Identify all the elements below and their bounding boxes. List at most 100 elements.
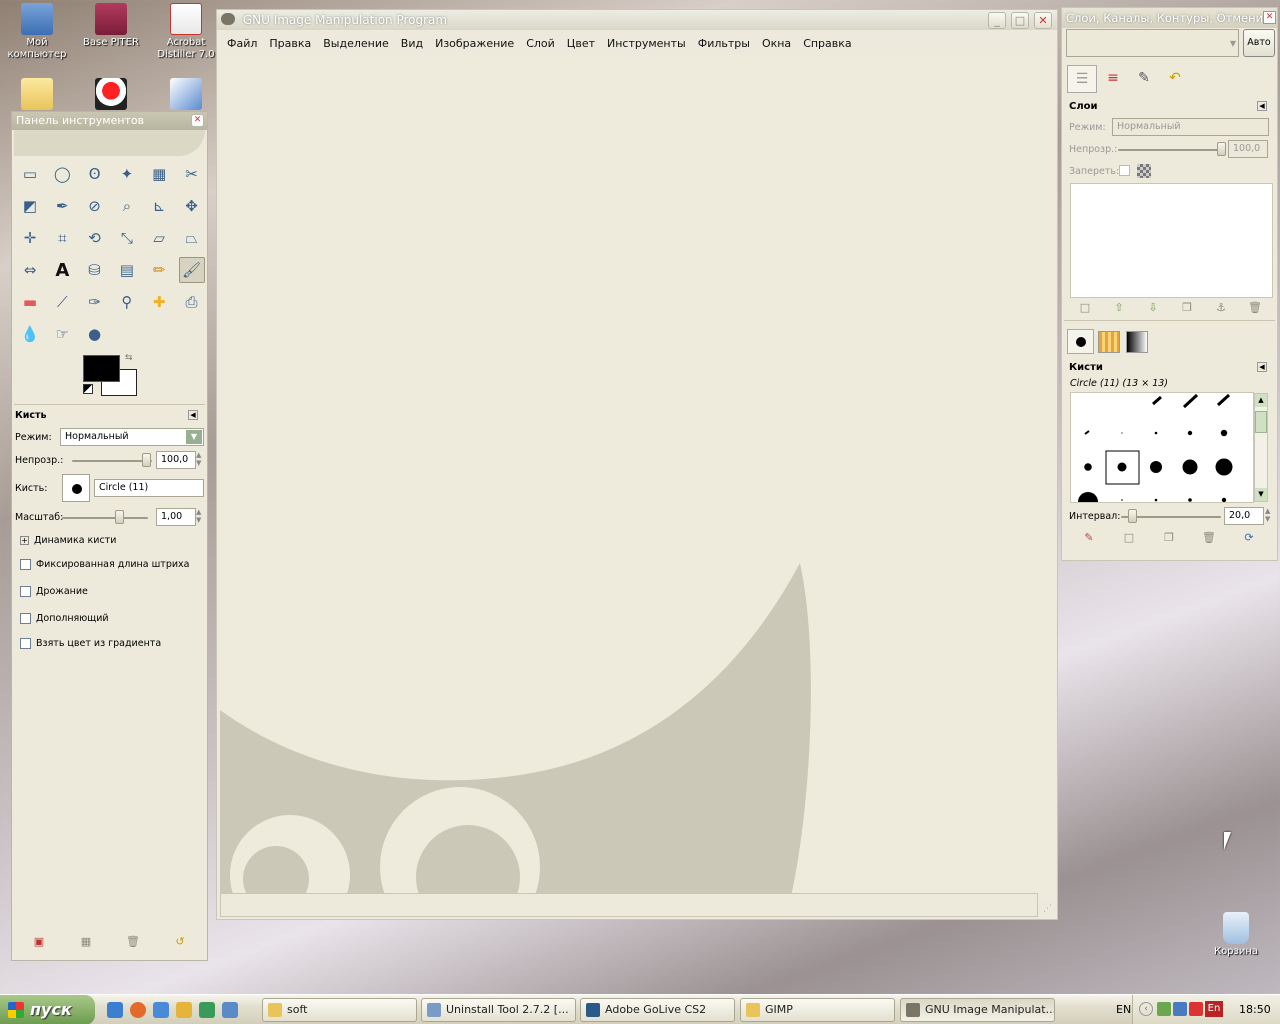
ellipse-select-icon[interactable]: ◯ [49,161,75,187]
heal-icon[interactable]: ✚ [146,289,172,315]
edit-brush-icon[interactable]: ✎ [1082,531,1096,545]
quicklaunch-ie-icon[interactable] [107,1002,123,1018]
quicklaunch-excel-icon[interactable] [199,1002,215,1018]
tray-antivirus-icon[interactable] [1189,1002,1203,1016]
align-icon[interactable]: ✛ [17,225,43,251]
desktop-icon-base-piter[interactable]: Base PITER [76,3,146,49]
brush-name-field[interactable]: Circle (11) [94,479,204,497]
auto-button[interactable]: Авто [1243,29,1275,57]
main-titlebar[interactable]: GNU Image Manipulation Program [217,10,1057,30]
tray-language-icon[interactable]: En [1205,1001,1223,1017]
desktop-icon-acrobat[interactable]: Acrobat Distiller 7.0 [151,3,221,61]
scroll-thumb[interactable] [1255,411,1267,433]
layers-mode-select[interactable]: Нормальный [1112,118,1269,136]
quicklaunch-firefox-icon[interactable] [130,1002,146,1018]
menu-view[interactable]: Вид [401,37,423,50]
task-soft[interactable]: soft [262,998,417,1022]
delete-options-icon[interactable]: 🗑 [126,935,140,949]
gradient-color-checkbox[interactable] [20,638,31,649]
move-icon[interactable]: ✥ [179,193,205,219]
save-options-icon[interactable]: ▣ [32,935,46,949]
paintbrush-icon[interactable]: 🖌 [178,257,205,283]
scale-icon[interactable]: ⤡ [114,225,140,251]
clock[interactable]: 18:50 [1239,1003,1271,1016]
menu-image[interactable]: Изображение [435,37,514,50]
desktop-icon-record[interactable] [76,78,146,112]
tray-network-icon[interactable] [1157,1002,1171,1016]
resize-grip-icon[interactable]: ⋰ [1043,904,1053,914]
scissors-icon[interactable]: ✂ [179,161,205,187]
lower-layer-icon[interactable]: ⇩ [1146,301,1160,315]
layers-menu-icon[interactable]: ◀ [1257,101,1267,111]
tray-shield-icon[interactable] [1173,1002,1187,1016]
blend-icon[interactable]: ▤ [114,257,140,283]
incremental-checkbox[interactable] [20,613,31,624]
layers-list[interactable] [1070,183,1273,298]
spacing-spinner-icon[interactable]: ▲ ▼ [1265,507,1270,523]
brushes-menu-icon[interactable]: ◀ [1257,362,1267,372]
text-icon[interactable]: A [49,257,75,283]
menu-layer[interactable]: Слой [526,37,555,50]
task-gimp-main[interactable]: GNU Image Manipulat... [900,998,1055,1022]
fixed-stroke-checkbox[interactable] [20,559,31,570]
free-select-icon[interactable]: ʘ [82,161,108,187]
spacing-input[interactable]: 20,0 [1224,507,1264,525]
layers-opacity-input[interactable]: 100,0 [1228,140,1268,158]
quicklaunch-tool-icon[interactable] [222,1002,238,1018]
paths-icon[interactable]: ✒ [49,193,75,219]
image-select[interactable]: ▼ [1066,29,1239,57]
perspective-icon[interactable]: ⏢ [179,225,205,251]
reset-options-icon[interactable]: ↺ [173,935,187,949]
maximize-button[interactable]: □ [1011,12,1029,29]
task-golive[interactable]: Adobe GoLive CS2 [580,998,735,1022]
duplicate-layer-icon[interactable]: ❐ [1180,301,1194,315]
opacity-input[interactable]: 100,0 [156,451,196,469]
desktop-icon-folder[interactable] [2,78,72,112]
jitter-checkbox[interactable] [20,586,31,597]
foreground-select-icon[interactable]: ◩ [17,193,43,219]
zoom-icon[interactable]: ⌕ [114,193,140,219]
new-brush-icon[interactable]: □ [1122,531,1136,545]
menu-help[interactable]: Справка [803,37,851,50]
opacity-slider-knob[interactable] [142,453,151,467]
brush-preview-button[interactable] [62,474,90,502]
tab-gradients[interactable] [1126,331,1148,353]
brush-grid[interactable] [1070,392,1254,503]
opacity-spinner-icon[interactable]: ▲ ▼ [196,451,201,467]
toolbox-close-button[interactable]: ✕ [191,114,204,127]
dock-titlebar[interactable]: Слои, Каналы, Контуры, Отмени... [1062,8,1277,28]
measure-icon[interactable]: ⊾ [146,193,172,219]
quicklaunch-media-icon[interactable] [153,1002,169,1018]
menu-color[interactable]: Цвет [567,37,595,50]
menu-file[interactable]: Файл [227,37,257,50]
perspective-clone-icon[interactable]: ⎙ [179,289,205,315]
tab-channels[interactable]: ≡ [1098,65,1128,93]
quicklaunch-app-icon[interactable] [176,1002,192,1018]
spacing-knob[interactable] [1128,509,1137,523]
menu-filters[interactable]: Фильтры [698,37,750,50]
tab-layers[interactable]: ☰ [1067,65,1097,93]
flip-icon[interactable]: ⇔ [17,257,43,283]
toolbox-titlebar[interactable]: Панель инструментов [12,112,207,130]
select-by-color-icon[interactable]: ▦ [146,161,172,187]
airbrush-icon[interactable]: ⟋ [49,289,75,315]
scroll-down-icon[interactable]: ▼ [1255,488,1267,501]
task-gimp-folder[interactable]: GIMP [740,998,895,1022]
tab-brushes[interactable] [1067,329,1094,354]
dodge-burn-icon[interactable]: ● [82,321,108,347]
start-button[interactable]: пуск [0,995,95,1024]
eraser-icon[interactable]: ▬ [17,289,43,315]
rect-select-icon[interactable]: ▭ [17,161,43,187]
scroll-up-icon[interactable]: ▲ [1255,394,1267,407]
tab-patterns[interactable] [1098,331,1120,353]
desktop-icon-recycle-bin[interactable]: Корзина [1201,912,1271,958]
swap-colors-icon[interactable]: ⇆ [125,353,133,363]
bucket-fill-icon[interactable]: ⛁ [82,257,108,283]
default-colors-icon[interactable] [83,384,93,394]
new-layer-icon[interactable]: □ [1078,301,1092,315]
refresh-brushes-icon[interactable]: ⟳ [1242,531,1256,545]
delete-layer-icon[interactable]: 🗑 [1248,301,1262,315]
menu-edit[interactable]: Правка [269,37,311,50]
restore-options-icon[interactable]: ▦ [79,935,93,949]
blur-icon[interactable]: 💧 [17,321,43,347]
